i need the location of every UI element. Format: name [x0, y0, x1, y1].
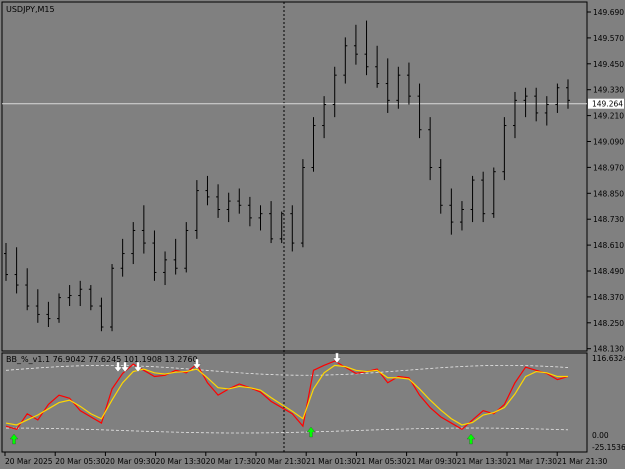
- time-tick-label: 20 Mar 17:30: [206, 457, 256, 466]
- chart-window[interactable]: USDJPY,M15 149.690149.570149.450149.3301…: [0, 0, 625, 469]
- price-axis: 149.690 149.570 149.450 149.330 149.210 149.0…: [587, 8, 624, 354]
- chart-symbol-title: USDJPY,M15: [6, 5, 55, 14]
- price-tick-label: 148.370: [593, 293, 624, 302]
- current-price-label: 149.264: [592, 100, 623, 109]
- time-tick-label: 21 Mar 17:30: [507, 457, 557, 466]
- price-tick-label: 149.210: [593, 112, 624, 121]
- time-tick-label: 20 Mar 2025: [5, 457, 53, 466]
- indicator-panel[interactable]: [1, 352, 588, 453]
- price-tick-label: 148.250: [593, 319, 624, 328]
- price-tick-label: 149.690: [593, 8, 624, 17]
- price-tick-label: 148.850: [593, 189, 624, 198]
- price-tick-label: 149.570: [593, 34, 624, 43]
- price-tick-label: 149.090: [593, 138, 624, 147]
- time-tick-label: 20 Mar 21:30: [256, 457, 306, 466]
- indicator-axis-top: 116.6324: [592, 354, 625, 363]
- time-tick-label: 21 Mar 09:30: [407, 457, 457, 466]
- price-tick-label: 148.490: [593, 267, 624, 276]
- time-tick-label: 21 Mar 01:30: [306, 457, 356, 466]
- time-tick-label: 20 Mar 09:30: [105, 457, 155, 466]
- time-axis: 20 Mar 2025 20 Mar 05:30 20 Mar 09:30 20 Ma…: [4, 452, 608, 466]
- price-tick-label: 148.970: [593, 163, 624, 172]
- time-tick-label: 21 Mar 21:30: [557, 457, 607, 466]
- price-tick-label: 148.610: [593, 241, 624, 250]
- time-tick-label: 21 Mar 13:30: [457, 457, 507, 466]
- time-tick-label: 21 Mar 05:30: [356, 457, 406, 466]
- indicator-title: BB_%_v1.1 76.9042 77.6245 101.1908 13.27…: [6, 355, 198, 364]
- time-tick-label: 20 Mar 13:30: [156, 457, 206, 466]
- indicator-axis-bottom: -25.1536: [592, 443, 625, 452]
- price-tick-label: 149.330: [593, 86, 624, 95]
- price-tick-label: 148.730: [593, 215, 624, 224]
- price-tick-label: 149.450: [593, 60, 624, 69]
- price-tick-label: 148.130: [593, 345, 624, 354]
- price-panel[interactable]: [1, 1, 588, 352]
- time-tick-label: 20 Mar 05:30: [55, 457, 105, 466]
- indicator-axis-zero: 0.00: [592, 431, 609, 440]
